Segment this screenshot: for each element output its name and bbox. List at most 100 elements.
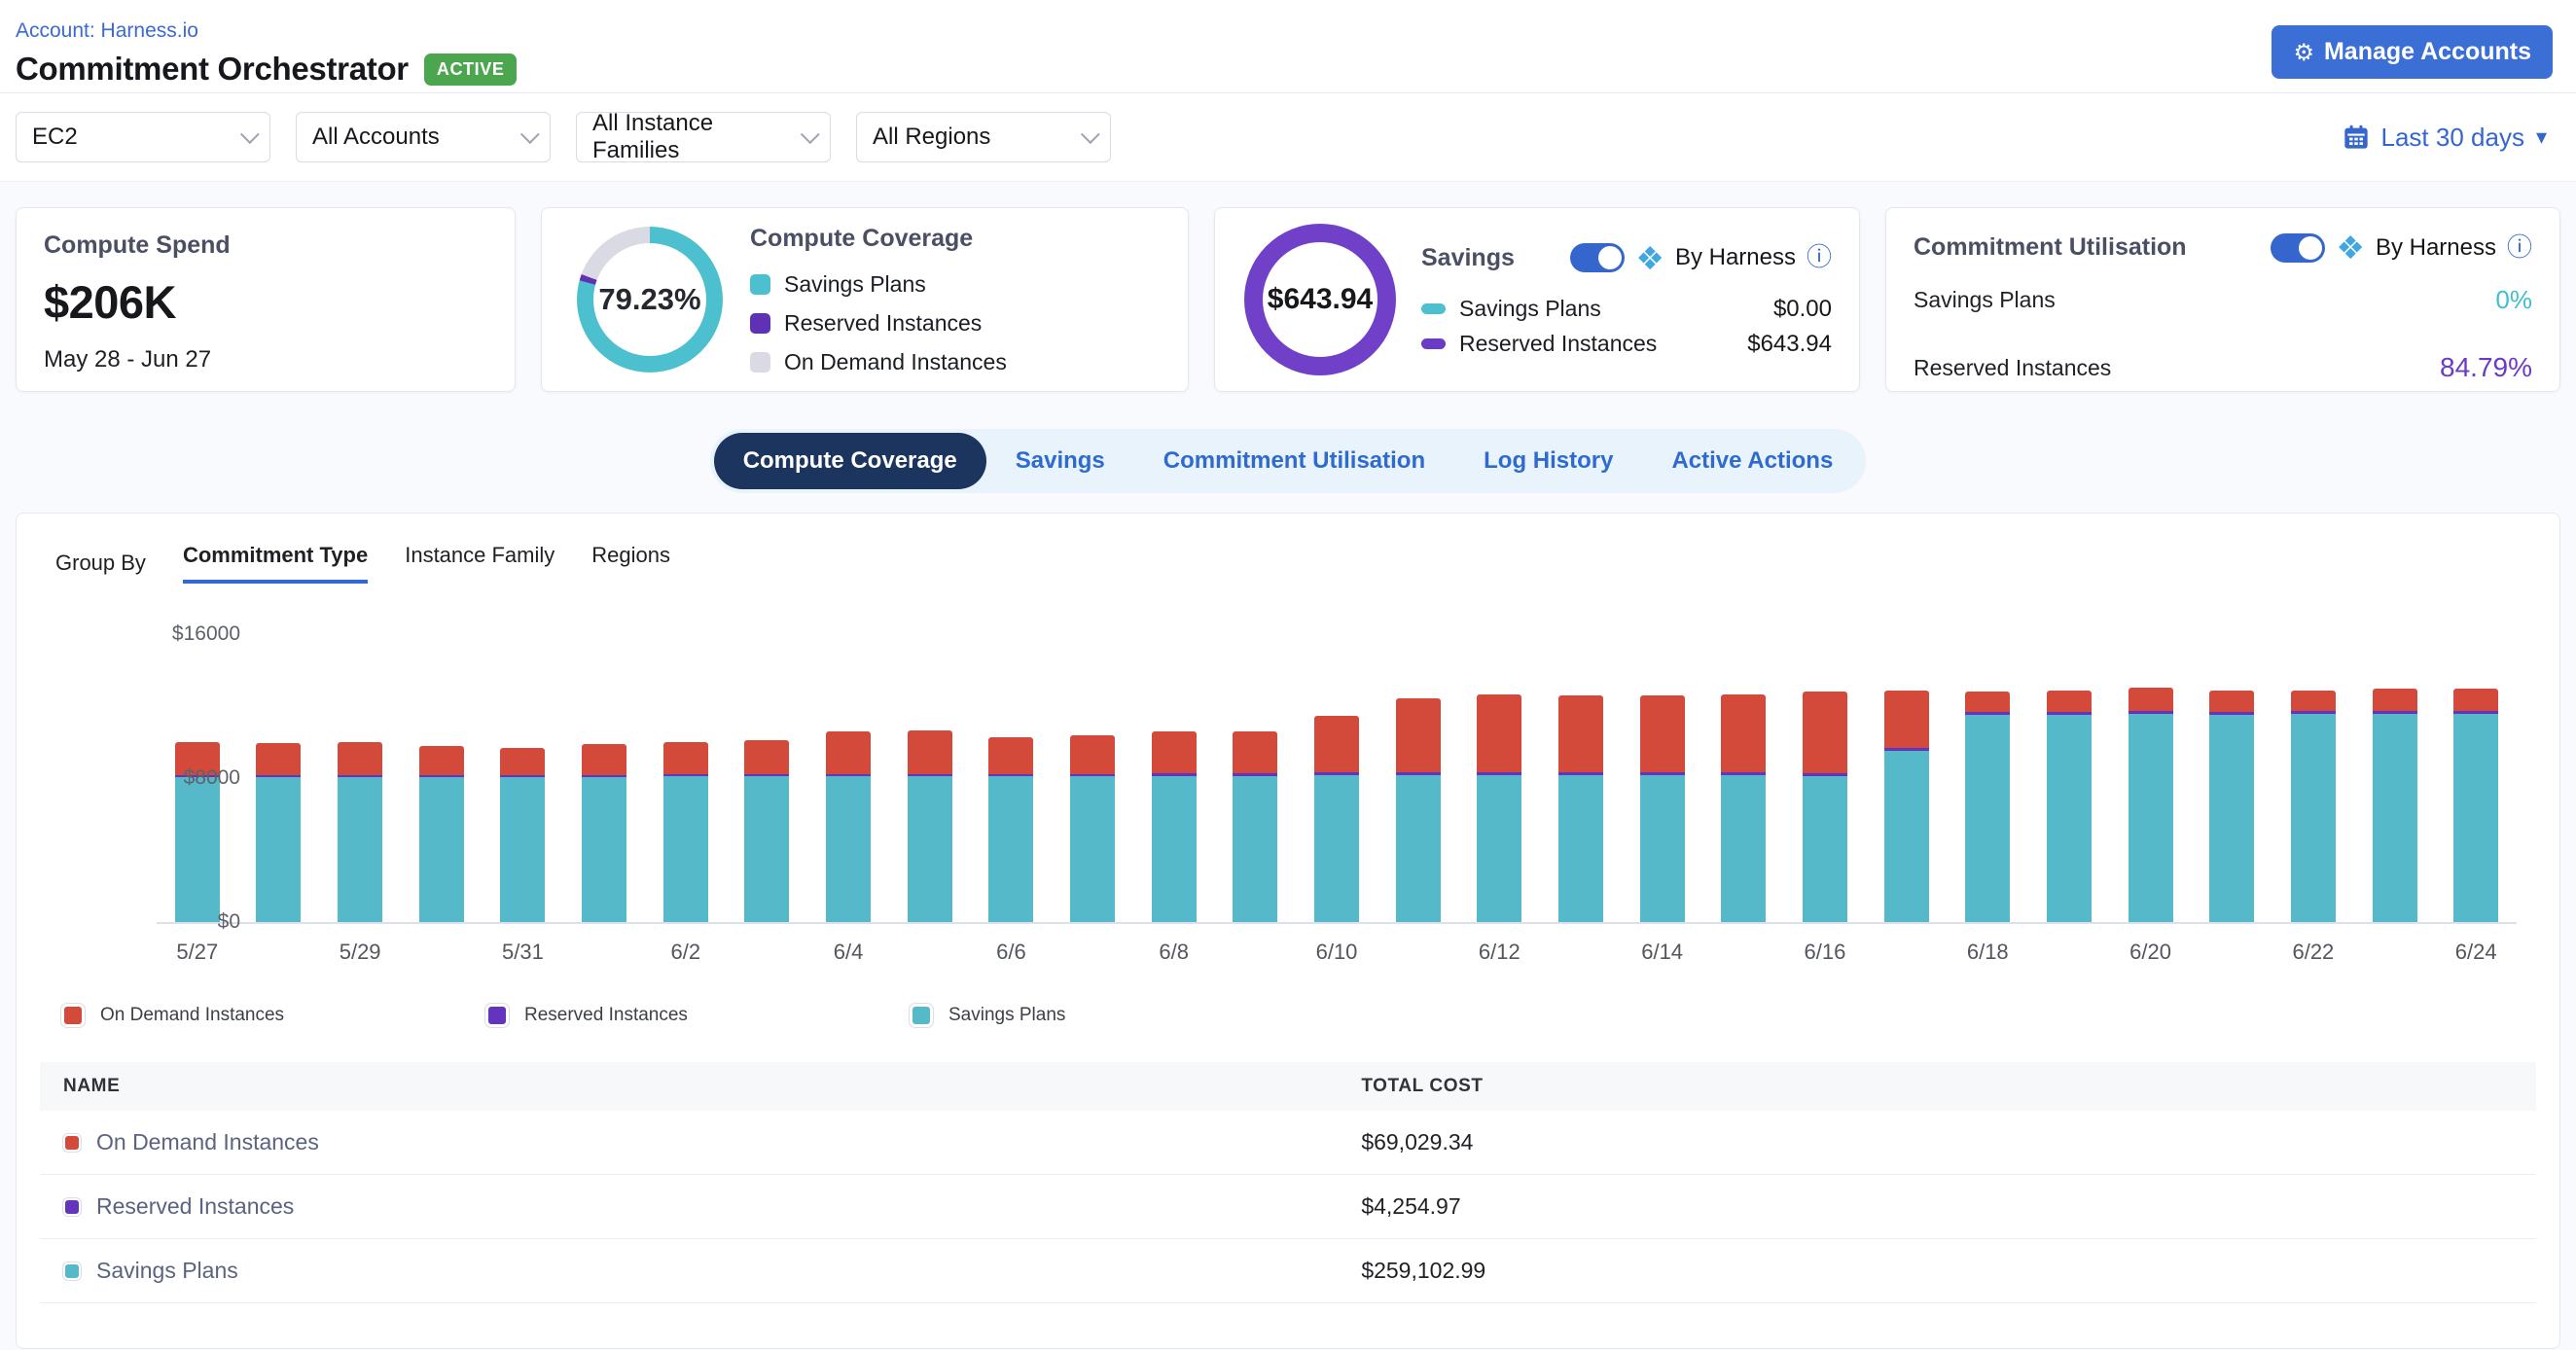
x-axis-label — [889, 940, 971, 965]
chart-bar-slot — [401, 634, 483, 922]
chart-bar[interactable] — [338, 742, 382, 922]
service-select[interactable]: EC2 — [16, 112, 270, 162]
chart-bar[interactable] — [1396, 698, 1441, 922]
bar-segment-savings-plans — [1965, 715, 2010, 922]
chart-bar[interactable] — [2291, 691, 2336, 922]
status-badge: ACTIVE — [424, 53, 518, 86]
x-axis-label — [1377, 940, 1459, 965]
chart-bar[interactable] — [1314, 716, 1359, 922]
bar-segment-savings-plans — [744, 776, 789, 922]
chart-bar[interactable] — [1070, 735, 1115, 922]
bar-segment-on-demand-instances — [338, 742, 382, 775]
bar-segment-savings-plans — [2373, 714, 2417, 922]
bar-segment-on-demand-instances — [2209, 691, 2254, 712]
group-by-regions[interactable]: Regions — [591, 543, 670, 584]
manage-accounts-label: Manage Accounts — [2324, 38, 2531, 66]
bar-segment-on-demand-instances — [2373, 689, 2417, 711]
coverage-donut-chart: 79.23% — [577, 227, 723, 373]
row-name: Savings Plans — [63, 1258, 1314, 1284]
chart-bar[interactable] — [1558, 695, 1603, 922]
bar-segment-savings-plans — [988, 776, 1033, 922]
chevron-down-icon — [240, 124, 260, 144]
chart-bar-slot — [727, 634, 808, 922]
chart-bar[interactable] — [1803, 692, 1847, 922]
account-breadcrumb-link[interactable]: Account: Harness.io — [16, 19, 198, 43]
bar-segment-savings-plans — [1152, 776, 1197, 922]
chart-bar-slot — [1866, 634, 1948, 922]
chart-bar[interactable] — [256, 743, 301, 922]
chart-bar[interactable] — [908, 730, 952, 922]
group-by-commitment-type[interactable]: Commitment Type — [183, 543, 368, 584]
chart-bar-slot — [1296, 634, 1377, 922]
chart-bar[interactable] — [1477, 694, 1521, 922]
date-range-picker[interactable]: Last 30 days ▾ — [2343, 123, 2560, 153]
info-icon[interactable]: ⓘ — [1807, 245, 1832, 270]
info-icon[interactable]: ⓘ — [2507, 235, 2532, 261]
legend-swatch — [63, 1134, 81, 1152]
tabs: Compute CoverageSavingsCommitment Utilis… — [710, 429, 1867, 493]
by-harness-toggle[interactable] — [2271, 233, 2325, 263]
bar-segment-savings-plans — [1396, 775, 1441, 922]
chart-bar[interactable] — [1640, 695, 1685, 922]
chart-bar[interactable] — [2129, 688, 2173, 922]
tab-compute-coverage[interactable]: Compute Coverage — [714, 433, 986, 489]
chart-bar[interactable] — [2453, 689, 2498, 922]
bar-segment-on-demand-instances — [1721, 694, 1766, 772]
savings-card: $643.94 Savings ❖ By Harness ⓘ Savings P… — [1214, 207, 1860, 392]
manage-accounts-button[interactable]: ⚙ Manage Accounts — [2272, 25, 2553, 79]
chart-bar[interactable] — [988, 737, 1033, 922]
chart-bar[interactable] — [826, 731, 871, 922]
tab-commitment-utilisation[interactable]: Commitment Utilisation — [1134, 433, 1454, 489]
row-name-label: Savings Plans — [96, 1258, 238, 1284]
chart-bar-slot — [1215, 634, 1297, 922]
instance-families-select[interactable]: All Instance Families — [576, 112, 831, 162]
name-cell-wrap: Reserved Instances — [40, 1175, 1338, 1239]
row-name-label: On Demand Instances — [96, 1129, 319, 1155]
chart-bar[interactable] — [1965, 692, 2010, 922]
service-select-value: EC2 — [32, 124, 78, 151]
tab-savings[interactable]: Savings — [986, 433, 1134, 489]
bar-segment-on-demand-instances — [1884, 691, 1929, 748]
x-axis-label — [401, 940, 483, 965]
bar-segment-savings-plans — [826, 776, 871, 922]
by-harness-toggle[interactable] — [1570, 243, 1625, 272]
x-axis-label: 6/24 — [2435, 940, 2517, 965]
chart-legend-item: Reserved Instances — [485, 1004, 910, 1027]
bar-segment-savings-plans — [2453, 714, 2498, 922]
coverage-percent: 79.23% — [598, 282, 700, 317]
chart-bar[interactable] — [744, 740, 789, 922]
chart-bar[interactable] — [663, 742, 708, 922]
tab-active-actions[interactable]: Active Actions — [1642, 433, 1862, 489]
chart-bar-slot — [2110, 634, 2192, 922]
chart-bar-slot — [1377, 634, 1459, 922]
regions-select[interactable]: All Regions — [856, 112, 1111, 162]
chart-bar[interactable] — [1152, 731, 1197, 922]
commitment-utilisation-card: Commitment Utilisation ❖ By Harness ⓘ Sa… — [1885, 207, 2560, 392]
chart-bar[interactable] — [2209, 691, 2254, 922]
bar-segment-on-demand-instances — [1477, 694, 1521, 772]
compute-spend-card: Compute Spend $206K May 28 - Jun 27 — [16, 207, 516, 392]
chart-bar[interactable] — [2047, 691, 2092, 922]
chart-bar[interactable] — [1721, 694, 1766, 922]
table-row: Reserved Instances$4,254.97 — [40, 1175, 2536, 1239]
group-by-options: Commitment Type Instance Family Regions — [183, 543, 670, 584]
legend-label: Reserved Instances — [524, 1005, 688, 1026]
chart-bar-slot — [1052, 634, 1133, 922]
chart-bar[interactable] — [582, 744, 626, 922]
bar-segment-on-demand-instances — [663, 742, 708, 774]
group-by-instance-family[interactable]: Instance Family — [405, 543, 555, 584]
commitment-utilisation-title: Commitment Utilisation — [1914, 233, 2187, 262]
x-axis-label: 6/2 — [645, 940, 727, 965]
tab-log-history[interactable]: Log History — [1454, 433, 1642, 489]
accounts-select[interactable]: All Accounts — [296, 112, 551, 162]
chart-bar[interactable] — [500, 748, 545, 922]
harness-logo-icon: ❖ — [2336, 231, 2365, 264]
legend-swatch — [750, 274, 770, 295]
chart-bar[interactable] — [1233, 731, 1277, 922]
coverage-legend: Savings PlansReserved InstancesOn Demand… — [750, 271, 1007, 375]
filter-bar: EC2 All Accounts All Instance Families A… — [0, 93, 2576, 182]
bar-segment-on-demand-instances — [1803, 692, 1847, 773]
chart-bar[interactable] — [419, 746, 464, 922]
chart-bar[interactable] — [2373, 689, 2417, 922]
chart-bar[interactable] — [1884, 691, 1929, 922]
